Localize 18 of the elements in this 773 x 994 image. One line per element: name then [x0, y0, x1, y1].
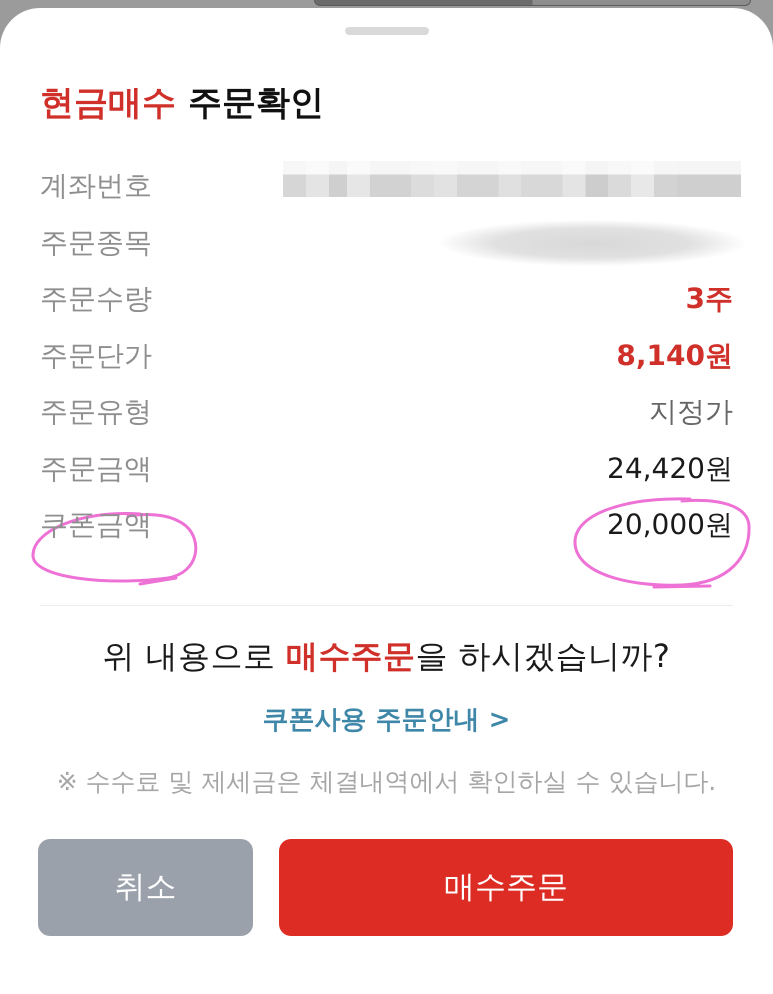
field-value: 20,000원: [607, 508, 733, 542]
drag-handle[interactable]: [344, 27, 428, 35]
fee-note: ※ 수수료 및 제세금은 체결내역에서 확인하실 수 있습니다.: [56, 766, 718, 796]
field-label: 주문수량: [40, 282, 152, 316]
field-label: 주문유형: [40, 395, 152, 430]
field-value: 8,140원: [616, 338, 733, 373]
buy-order-button[interactable]: 매수주문: [279, 838, 733, 936]
field-label: 주문종목: [40, 226, 152, 260]
cancel-button[interactable]: 취소: [38, 838, 253, 936]
field-label: 계좌번호: [40, 169, 152, 204]
field-value: 24,420원: [607, 452, 733, 486]
field-label: 주문금액: [40, 452, 152, 486]
field-value: 3주: [686, 282, 733, 316]
field-label: 주문단가: [40, 338, 152, 373]
confirm-question: 위 내용으로 매수주문을 하시겠습니까?: [102, 638, 672, 674]
field-value: 지정가: [649, 395, 733, 430]
sheet-title: 현금매수 주문확인: [40, 83, 325, 123]
coupon-guide-link[interactable]: 쿠폰사용 주문안내 >: [262, 704, 510, 736]
